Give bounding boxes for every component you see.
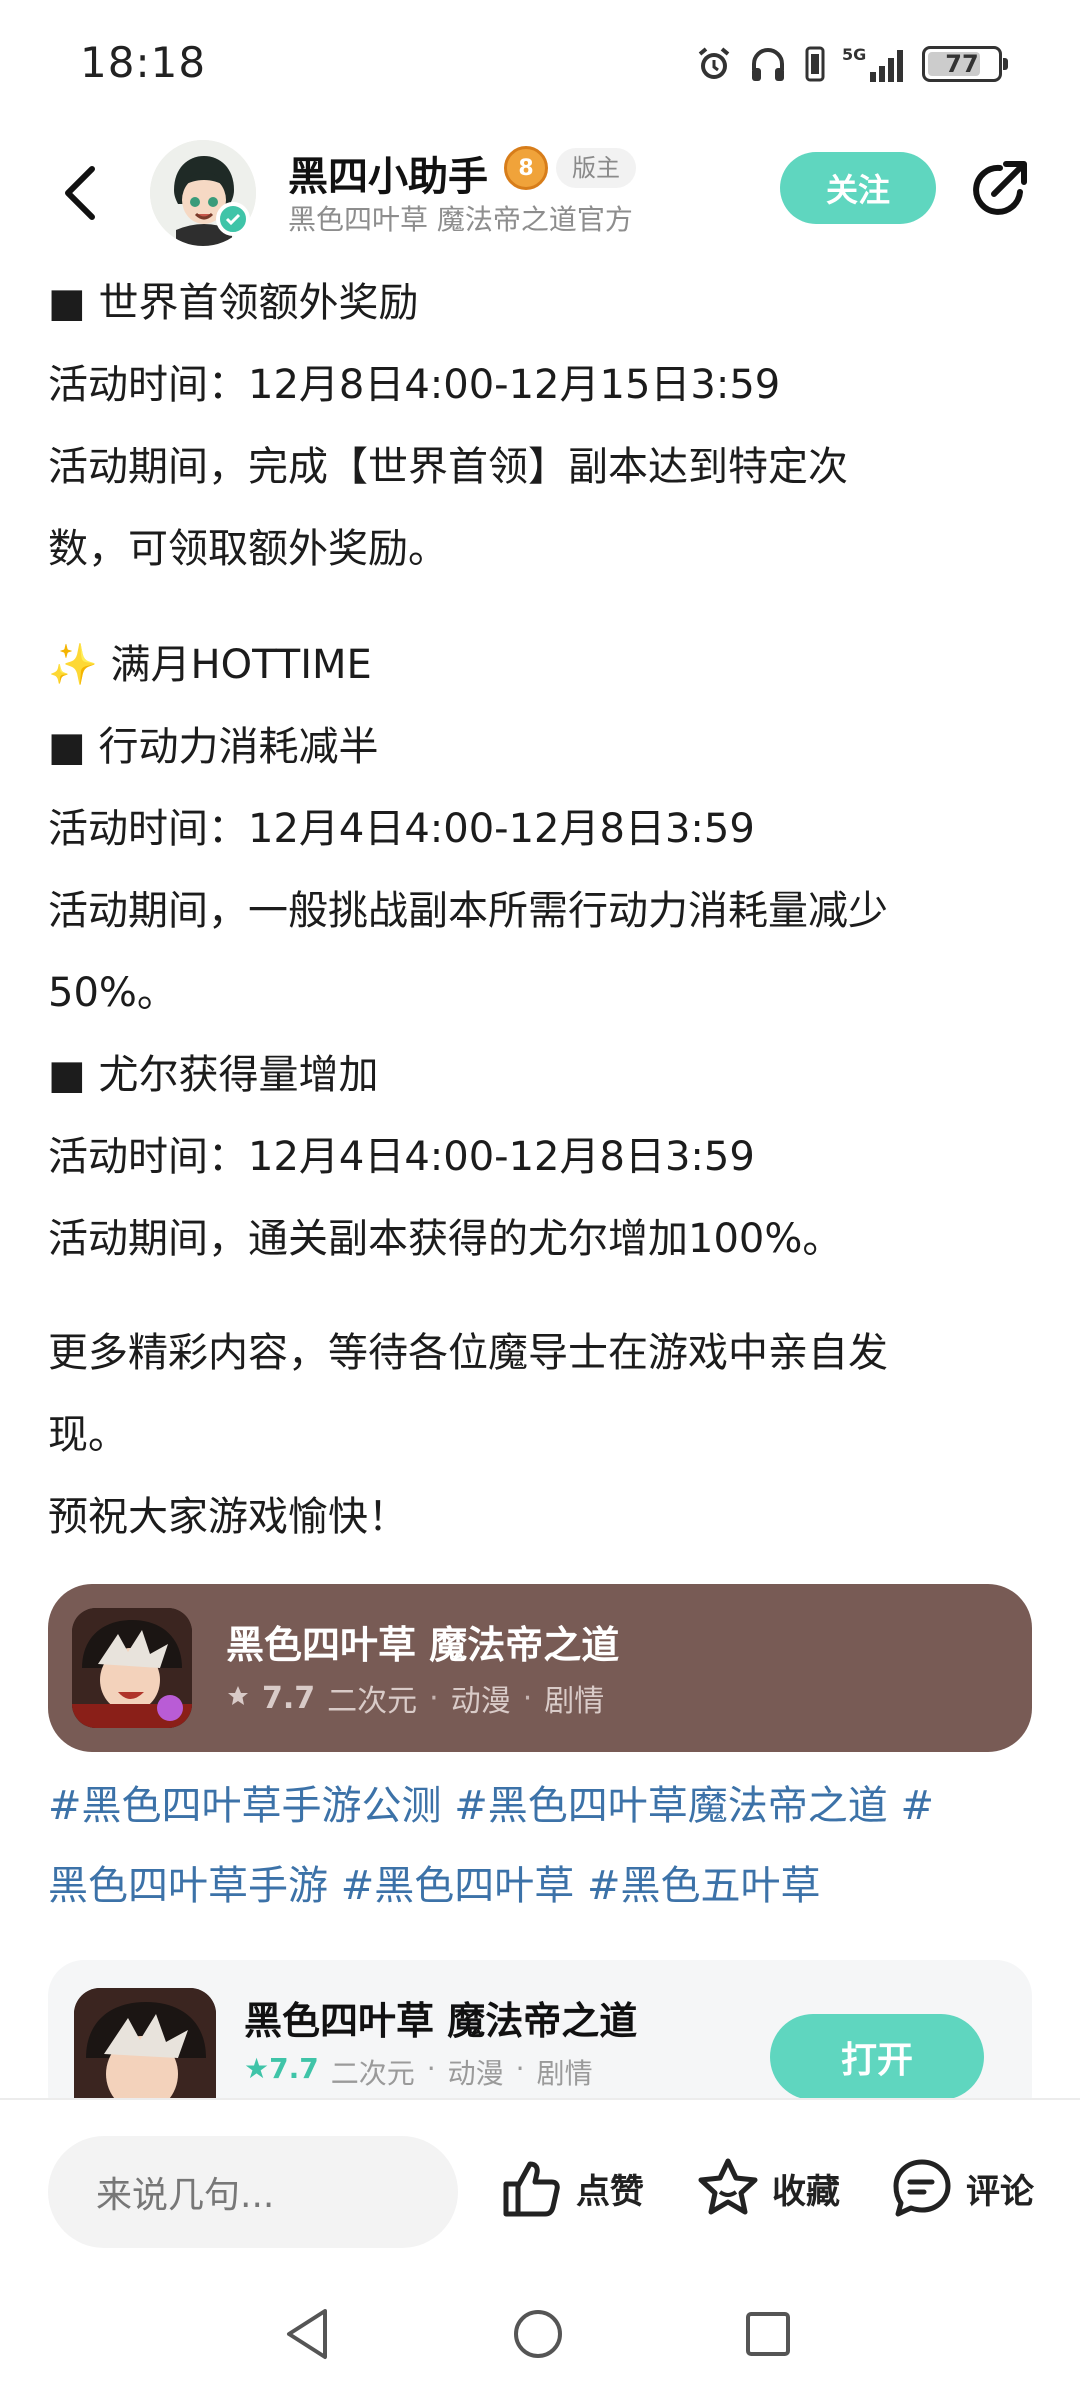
svg-text:5G: 5G — [842, 45, 866, 64]
section-heading: ■ 尤尔获得量增加 — [48, 1052, 379, 1098]
headphones-icon — [748, 44, 788, 84]
status-icons: 5G 77 — [694, 44, 1008, 84]
game-icon — [72, 1608, 192, 1728]
system-nav-bar — [0, 2282, 1080, 2392]
comment-icon — [893, 2159, 951, 2217]
battery-icon: 77 — [922, 46, 1008, 82]
status-time: 18:18 — [80, 38, 207, 87]
hashtag-line[interactable]: #黑色四叶草手游公测 #黑色四叶草魔法帝之道 # — [48, 1766, 1048, 1846]
chevron-left-icon — [65, 166, 95, 220]
vibrate-icon — [802, 44, 828, 84]
signal-icon: 5G — [842, 44, 908, 84]
section-heading: ■ 行动力消耗减半 — [48, 724, 379, 770]
body-text: 活动时间：12月8日4:00-12月15日3:59 — [48, 362, 781, 408]
app-genre: 二次元 — [330, 2057, 415, 2090]
section-heading: ■ 世界首领额外奖励 — [48, 280, 419, 326]
share-button[interactable] — [966, 156, 1032, 222]
body-text: 活动期间，通关副本获得的尤尔增加100%。 — [48, 1216, 843, 1262]
favorite-label: 收藏 — [772, 2171, 840, 2212]
verified-badge-icon — [216, 202, 250, 236]
comment-input[interactable]: 来说几句... — [48, 2136, 458, 2248]
role-badge: 版主 — [556, 148, 636, 188]
body-text: 活动时间：12月4日4:00-12月8日3:59 — [48, 806, 755, 852]
game-genre: 剧情 — [544, 1684, 605, 1719]
game-card[interactable]: 黑色四叶草 魔法帝之道 7.7 二次元 · 动漫 · 剧情 — [48, 1584, 1032, 1752]
app-meta: ★7.7 二次元 · 动漫 · 剧情 — [244, 2052, 593, 2090]
battery-level: 77 — [945, 50, 979, 78]
nav-home-icon — [514, 2310, 562, 2358]
comment-button[interactable]: 评论 — [890, 2156, 1034, 2220]
thumbs-up-icon — [503, 2161, 560, 2217]
body-text: 更多精彩内容，等待各位魔导士在游戏中亲自发 — [48, 1330, 888, 1376]
share-icon — [973, 161, 1027, 215]
level-badge: 8 — [504, 146, 548, 190]
level-badge-value: 8 — [518, 155, 534, 181]
section-heading: ✨ 满月HOTTIME — [48, 642, 372, 688]
author-name[interactable]: 黑四小助手 — [288, 144, 488, 202]
body-text: 50%。 — [48, 970, 177, 1016]
game-score: 7.7 — [262, 1680, 316, 1716]
open-app-button[interactable]: 打开 — [770, 2014, 984, 2100]
status-bar: 18:18 5G 77 — [0, 0, 1080, 130]
app-genre: 动漫 — [447, 2057, 504, 2090]
like-label: 点赞 — [576, 2171, 644, 2212]
body-text: 预祝大家游戏愉快！ — [48, 1494, 408, 1540]
hashtag-list: #黑色四叶草手游公测 #黑色四叶草魔法帝之道 # 黑色四叶草手游 #黑色四叶草 … — [48, 1766, 1048, 1926]
favorite-button[interactable]: 收藏 — [696, 2156, 840, 2220]
app-genre: 剧情 — [536, 2057, 593, 2090]
body-text: 活动期间，一般挑战副本所需行动力消耗量减少 — [48, 888, 888, 934]
nav-recents-icon — [746, 2312, 790, 2356]
nav-recents-button[interactable] — [738, 2304, 798, 2364]
game-genre: 动漫 — [450, 1684, 511, 1719]
body-text: 数，可领取额外奖励。 — [48, 526, 448, 572]
star-outline-icon — [698, 2158, 758, 2215]
app-score: ★7.7 — [244, 2052, 319, 2085]
game-title: 黑色四叶草 魔法帝之道 — [226, 1623, 620, 1667]
hashtag-line[interactable]: 黑色四叶草手游 #黑色四叶草 #黑色五叶草 — [48, 1846, 1048, 1926]
nav-home-button[interactable] — [508, 2304, 568, 2364]
post-header: 黑四小助手 8 版主 黑色四叶草 魔法帝之道官方 关注 — [0, 130, 1080, 260]
alarm-icon — [694, 44, 734, 84]
nav-back-button[interactable] — [278, 2304, 338, 2364]
app-title: 黑色四叶草 魔法帝之道 — [244, 1999, 638, 2043]
like-button[interactable]: 点赞 — [500, 2156, 644, 2220]
game-genre: 二次元 — [327, 1684, 418, 1719]
back-button[interactable] — [50, 158, 110, 228]
bottom-action-bar: 来说几句... 点赞 收藏 评论 — [0, 2098, 1080, 2282]
game-meta: 7.7 二次元 · 动漫 · 剧情 — [226, 1676, 604, 1720]
body-text: 活动期间，完成【世界首领】副本达到特定次 — [48, 444, 848, 490]
post-body: ■ 世界首领额外奖励 活动时间：12月8日4:00-12月15日3:59 活动期… — [48, 262, 1038, 1558]
follow-button[interactable]: 关注 — [780, 152, 936, 224]
author-subtitle: 黑色四叶草 魔法帝之道官方 — [288, 203, 633, 236]
nav-back-icon — [287, 2309, 327, 2359]
body-text: 现。 — [48, 1412, 128, 1458]
body-text: 活动时间：12月4日4:00-12月8日3:59 — [48, 1134, 755, 1180]
comment-label: 评论 — [966, 2171, 1034, 2212]
star-icon — [226, 1681, 250, 1716]
